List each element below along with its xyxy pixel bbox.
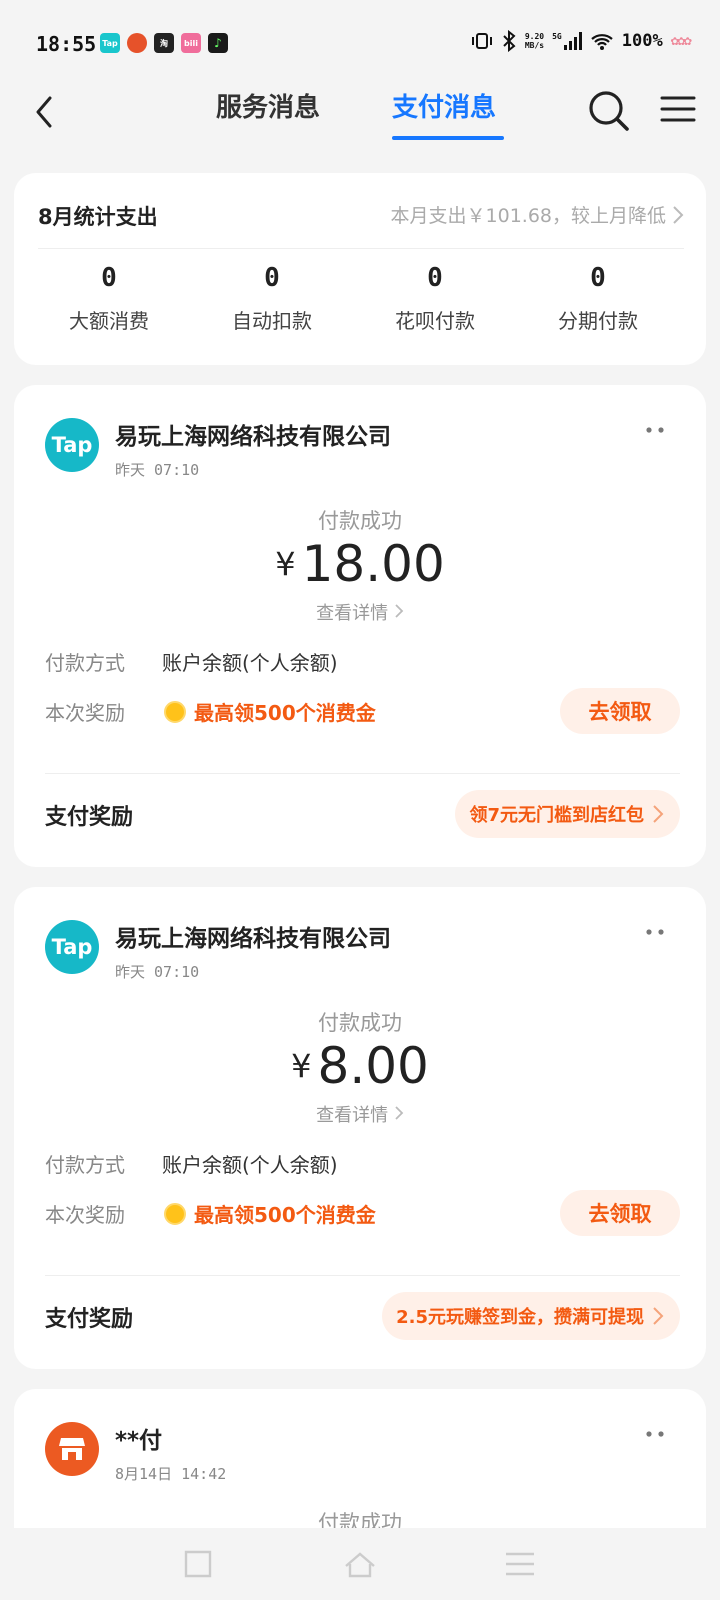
merchant-name: 易玩上海网络科技有限公司 xyxy=(115,424,391,450)
taobao-app-icon: 淘 xyxy=(154,33,174,53)
bluetooth-icon xyxy=(503,30,516,52)
claim-button[interactable]: 去领取 xyxy=(560,1190,680,1236)
merchant-logo: Tap xyxy=(45,920,99,974)
payment-time: 昨天 07:10 xyxy=(115,461,200,479)
menu-lines-icon[interactable] xyxy=(502,1546,538,1582)
monthly-summary-card[interactable]: 8月统计支出 本月支出￥101.68，较上月降低 0 大额消费 0 自动扣款 0… xyxy=(14,173,706,365)
status-bar: 18:55 Tap 淘 bili ♪ 9.20 MB/s 5G 100% ✿✿✿ xyxy=(0,0,720,88)
stat-installment-payment[interactable]: 0 分期付款 xyxy=(518,263,678,334)
payment-status: 付款成功 xyxy=(318,1011,402,1035)
payment-amount: ¥8.00 xyxy=(291,1037,429,1095)
reward-label: 本次奖励 xyxy=(45,701,125,725)
stat-large-spending[interactable]: 0 大额消费 xyxy=(29,263,189,334)
bonus-offer-button[interactable]: 领7元无门槛到店红包 xyxy=(455,790,680,838)
coin-icon xyxy=(164,1202,186,1225)
payment-time: 昨天 07:10 xyxy=(115,963,200,981)
home-icon[interactable] xyxy=(342,1546,378,1582)
battery-text: 100% xyxy=(621,31,663,51)
system-nav-bar xyxy=(0,1528,720,1600)
status-indicators: 9.20 MB/s 5G 100% ✿✿✿ xyxy=(471,30,692,52)
coin-icon xyxy=(164,700,186,723)
shop-logo xyxy=(45,1422,99,1476)
music-app-icon: ♪ xyxy=(208,33,228,53)
divider xyxy=(45,1275,680,1276)
taptap-app-icon: Tap xyxy=(100,33,120,53)
tab-payment-messages[interactable]: 支付消息 xyxy=(392,88,496,142)
payment-time: 8月14日 14:42 xyxy=(115,1465,227,1483)
tab-service-messages[interactable]: 服务消息 xyxy=(216,88,320,142)
notification-icons: Tap 淘 bili ♪ xyxy=(100,33,228,53)
more-options-icon[interactable] xyxy=(644,425,666,435)
net-speed: 9.20 MB/s xyxy=(524,32,545,50)
status-time: 18:55 xyxy=(36,32,97,56)
merchant-logo: Tap xyxy=(45,418,99,472)
chevron-right-icon xyxy=(653,805,664,823)
chevron-right-icon xyxy=(395,1106,404,1120)
bilibili-app-icon: bili xyxy=(181,33,201,53)
active-tab-indicator xyxy=(392,136,504,140)
view-details-link[interactable]: 查看详情 xyxy=(14,1101,706,1127)
reward-label: 本次奖励 xyxy=(45,1203,125,1227)
payment-card[interactable]: Tap 易玩上海网络科技有限公司 昨天 07:10 付款成功 ¥8.00 查看详… xyxy=(14,887,706,1369)
search-icon[interactable] xyxy=(588,90,630,132)
payment-method-label: 付款方式 xyxy=(45,1153,125,1177)
payment-method-label: 付款方式 xyxy=(45,651,125,675)
battery-icon: ✿✿✿ xyxy=(670,33,692,49)
view-details-link[interactable]: 查看详情 xyxy=(14,599,706,625)
more-options-icon[interactable] xyxy=(644,1429,666,1439)
divider xyxy=(38,248,684,249)
payment-card[interactable]: Tap 易玩上海网络科技有限公司 昨天 07:10 付款成功 ¥18.00 查看… xyxy=(14,385,706,867)
summary-month-link[interactable]: 本月支出￥101.68，较上月降低 xyxy=(391,201,684,228)
store-icon xyxy=(59,1438,85,1460)
cell-signal-icon: 5G xyxy=(552,32,582,50)
payment-method-value: 账户余额(个人余额) xyxy=(162,651,338,675)
stat-huabei-payment[interactable]: 0 花呗付款 xyxy=(355,263,515,334)
payment-bonus-title: 支付奖励 xyxy=(45,805,134,830)
recent-apps-icon[interactable] xyxy=(180,1546,216,1582)
wifi-icon xyxy=(591,34,613,50)
divider xyxy=(45,773,680,774)
back-arrow-icon[interactable] xyxy=(28,94,64,130)
bonus-offer-button[interactable]: 2.5元玩赚签到金，攒满可提现 xyxy=(382,1292,680,1340)
chevron-right-icon xyxy=(653,1307,664,1325)
vibrate-icon xyxy=(471,33,492,49)
payment-status: 付款成功 xyxy=(318,509,402,533)
reward-offer: 最高领500个消费金 xyxy=(164,697,376,726)
more-options-icon[interactable] xyxy=(644,927,666,937)
merchant-name: 易玩上海网络科技有限公司 xyxy=(115,926,391,952)
payment-bonus-title: 支付奖励 xyxy=(45,1307,134,1332)
claim-button[interactable]: 去领取 xyxy=(560,688,680,734)
payment-amount: ¥18.00 xyxy=(275,535,445,593)
summary-title: 8月统计支出 xyxy=(38,205,158,229)
stat-auto-deduct[interactable]: 0 自动扣款 xyxy=(192,263,352,334)
payment-method-value: 账户余额(个人余额) xyxy=(162,1153,338,1177)
reward-offer: 最高领500个消费金 xyxy=(164,1199,376,1228)
chevron-right-icon xyxy=(673,205,684,224)
game-app-icon xyxy=(127,33,147,53)
menu-icon[interactable] xyxy=(660,94,696,124)
top-nav: 服务消息 支付消息 xyxy=(0,88,720,150)
merchant-name: **付 xyxy=(115,1428,163,1454)
chevron-right-icon xyxy=(395,604,404,618)
